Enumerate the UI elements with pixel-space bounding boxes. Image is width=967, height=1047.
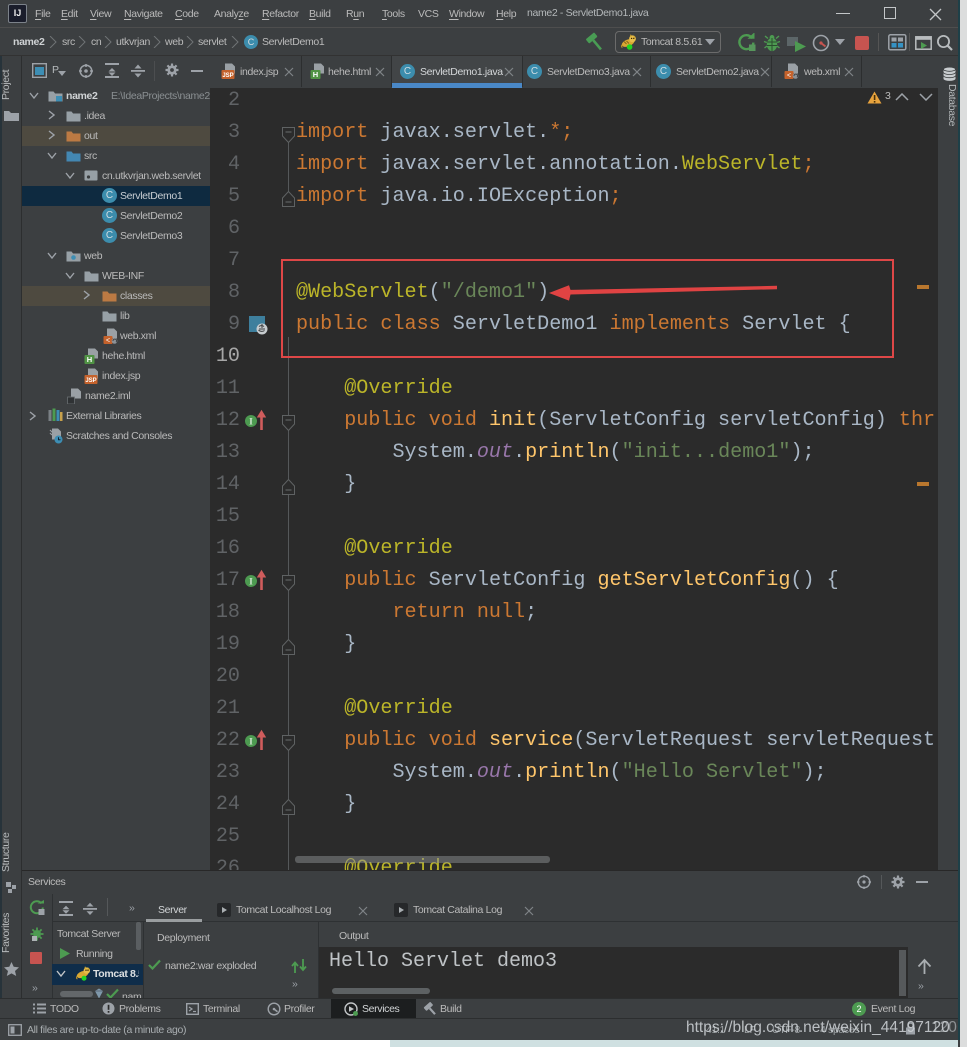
svg-text:JSP: JSP	[85, 378, 96, 384]
svg-text:I: I	[249, 418, 253, 428]
svg-text:I: I	[249, 578, 253, 588]
svg-text:H: H	[87, 355, 92, 364]
svg-text:<: <	[106, 338, 110, 345]
svg-text:I: I	[249, 738, 253, 748]
svg-text:H: H	[313, 70, 318, 79]
svg-text:<: <	[787, 73, 791, 80]
svg-text:JSP: JSP	[222, 73, 233, 79]
